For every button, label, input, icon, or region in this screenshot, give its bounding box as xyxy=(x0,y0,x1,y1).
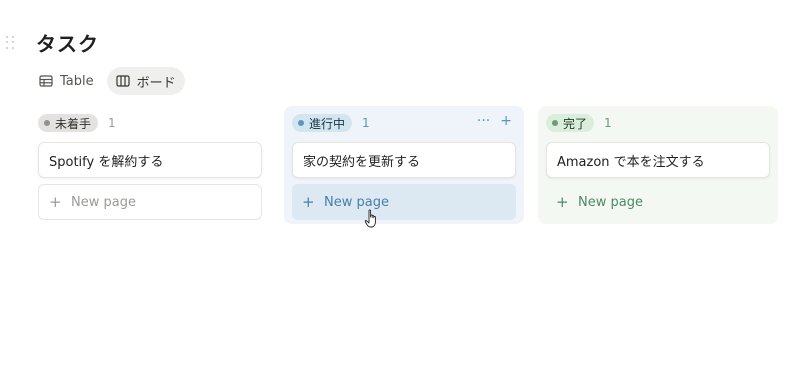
table-icon xyxy=(39,75,53,87)
page-title: タスク xyxy=(36,32,99,56)
status-badge: 完了 xyxy=(546,114,595,132)
status-dot-icon xyxy=(298,120,304,126)
column-actions: ··· + xyxy=(477,114,512,128)
board-column-not-started: 未着手 1 Spotify を解約する + New page xyxy=(30,106,270,224)
status-badge: 進行中 xyxy=(292,114,353,132)
column-header[interactable]: 未着手 1 xyxy=(38,112,262,134)
plus-icon: + xyxy=(302,193,315,211)
plus-icon: + xyxy=(49,193,62,211)
new-page-label: New page xyxy=(71,194,136,210)
card-title: 家の契約を更新する xyxy=(303,154,421,170)
board: 未着手 1 Spotify を解約する + New page 進行中 1 ···… xyxy=(30,106,778,224)
drag-handle-icon[interactable] xyxy=(6,36,16,50)
board-card[interactable]: Spotify を解約する xyxy=(38,142,262,178)
new-page-button[interactable]: + New page xyxy=(292,184,516,220)
status-dot-icon xyxy=(44,120,50,126)
card-count: 1 xyxy=(108,116,116,130)
new-page-label: New page xyxy=(578,194,643,210)
view-tabs: Table ボード xyxy=(30,67,185,95)
tab-board[interactable]: ボード xyxy=(106,67,185,95)
card-count: 1 xyxy=(604,116,612,130)
board-column-in-progress: 進行中 1 ··· + 家の契約を更新する + New page xyxy=(284,106,524,224)
status-label: 未着手 xyxy=(55,116,92,131)
board-card[interactable]: 家の契約を更新する xyxy=(292,142,516,178)
card-title: Spotify を解約する xyxy=(49,154,164,170)
card-count: 1 xyxy=(362,116,370,130)
tab-table-label: Table xyxy=(60,73,94,89)
status-label: 進行中 xyxy=(309,116,346,131)
status-badge: 未着手 xyxy=(38,114,99,132)
new-page-label: New page xyxy=(324,194,389,210)
more-icon[interactable]: ··· xyxy=(477,114,490,128)
board-card[interactable]: Amazon で本を注文する xyxy=(546,142,770,178)
status-dot-icon xyxy=(552,120,558,126)
plus-icon[interactable]: + xyxy=(500,114,512,128)
board-column-done: 完了 1 Amazon で本を注文する + New page xyxy=(538,106,778,224)
new-page-button[interactable]: + New page xyxy=(38,184,262,220)
plus-icon: + xyxy=(556,193,569,211)
column-header[interactable]: 完了 1 xyxy=(546,112,770,134)
new-page-button[interactable]: + New page xyxy=(546,184,770,220)
hand-cursor-icon xyxy=(364,209,376,228)
tab-table[interactable]: Table xyxy=(30,67,103,95)
tab-board-label: ボード xyxy=(136,75,176,91)
status-label: 完了 xyxy=(563,116,588,131)
board-icon xyxy=(116,75,130,87)
card-title: Amazon で本を注文する xyxy=(557,154,705,170)
